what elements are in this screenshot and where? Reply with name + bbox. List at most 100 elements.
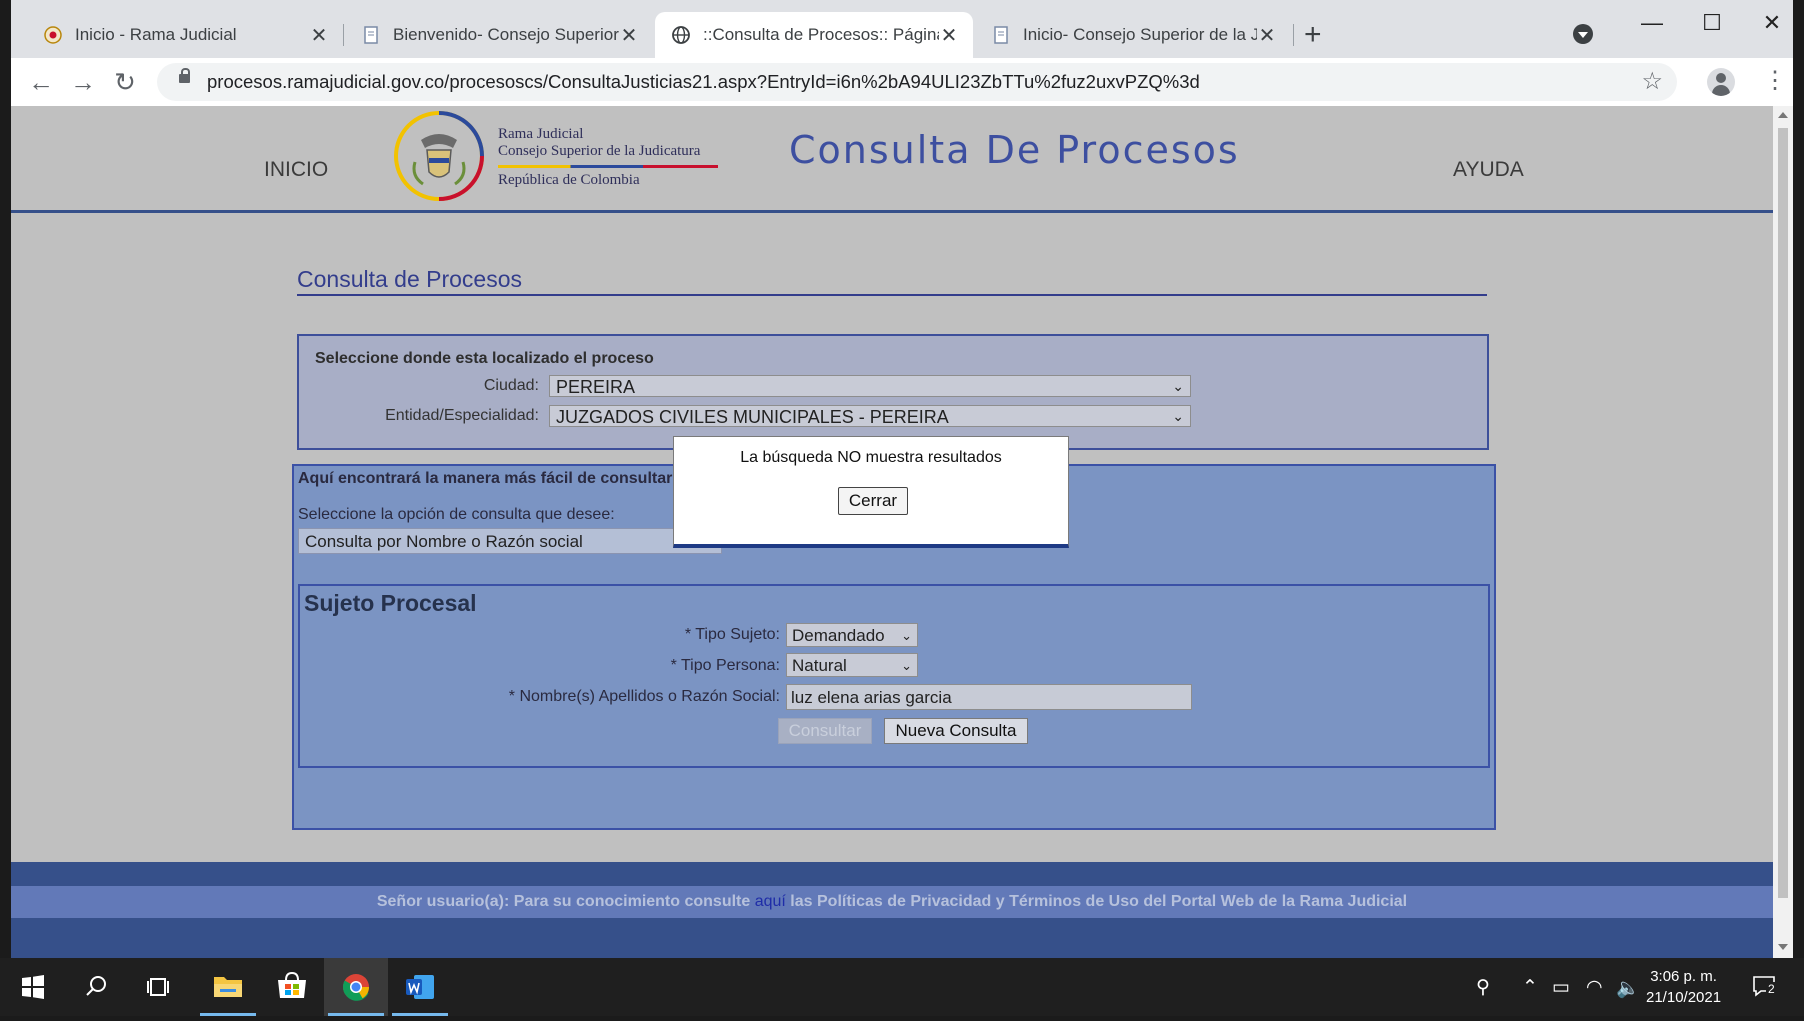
new-tab-button[interactable]: + xyxy=(1304,18,1322,52)
close-tab-icon[interactable]: ✕ xyxy=(939,23,959,48)
nombre-input-value: luz elena arias garcia xyxy=(791,688,952,707)
page-title: Consulta de Procesos xyxy=(297,266,523,292)
page-footer: Señor usuario(a): Para su conocimiento c… xyxy=(11,862,1773,958)
close-tab-icon[interactable]: ✕ xyxy=(619,23,639,48)
site-title: Consulta De Procesos xyxy=(789,128,1240,172)
forward-arrow-icon[interactable]: → xyxy=(67,66,99,98)
ciudad-label: Ciudad: xyxy=(483,377,539,394)
ciudad-select[interactable]: PEREIRA ⌄ xyxy=(549,375,1191,397)
vertical-scrollbar[interactable] xyxy=(1773,106,1793,958)
consulta-option-value: Consulta por Nombre o Razón social xyxy=(305,532,583,551)
consulta-option-label: Seleccione la opción de consulta que des… xyxy=(298,506,615,523)
tipo-sujeto-select[interactable]: Demandado ⌄ xyxy=(786,623,918,647)
tipo-sujeto-label: * Tipo Sujeto: xyxy=(684,626,780,643)
close-tab-icon[interactable]: ✕ xyxy=(309,23,329,48)
scrollbar-thumb[interactable] xyxy=(1778,128,1788,898)
microsoft-store-button[interactable] xyxy=(260,958,324,1016)
tipo-sujeto-value: Demandado xyxy=(792,626,885,645)
location-heading: Seleccione donde esta localizado el proc… xyxy=(315,350,654,367)
tab-strip: Inicio - Rama Judicial ✕ Bienvenido- Con… xyxy=(11,0,1793,58)
chevron-down-icon: ⌄ xyxy=(1172,408,1184,424)
institution-line2: Consejo Superior de la Judicatura xyxy=(498,143,701,159)
tab-inicio-consejo[interactable]: Inicio- Consejo Superior de la Judicatur… xyxy=(975,12,1291,58)
colombia-coat-of-arms-logo xyxy=(394,111,484,201)
chevron-down-icon: ⌄ xyxy=(901,658,912,673)
entidad-label: Entidad/Especialidad: xyxy=(385,407,539,424)
chevron-down-icon: ⌄ xyxy=(901,628,912,643)
tricolor-divider xyxy=(498,165,718,168)
battery-icon[interactable]: ▭ xyxy=(1552,976,1570,999)
url-text[interactable]: procesos.ramajudicial.gov.co/procesoscs/… xyxy=(207,71,1200,93)
location-panel: Seleccione donde esta localizado el proc… xyxy=(297,334,1489,450)
entidad-select[interactable]: JUZGADOS CIVILES MUNICIPALES - PEREIRA ⌄ xyxy=(549,405,1191,427)
scroll-up-arrow-icon[interactable] xyxy=(1778,112,1788,118)
chevron-up-icon[interactable]: ⌃ xyxy=(1522,976,1538,999)
institution-line1: Rama Judicial xyxy=(498,126,584,142)
address-bar[interactable]: procesos.ramajudicial.gov.co/procesoscs/… xyxy=(157,63,1677,101)
search-button[interactable] xyxy=(64,958,128,1016)
tab-title: Inicio- Consejo Superior de la Judicatur… xyxy=(1023,25,1257,44)
nav-ayuda-link[interactable]: AYUDA xyxy=(1453,158,1524,182)
windows-taskbar: ⚲ ⌃ ▭ ◠ 🔈 3:06 p. m. 21/10/2021 2 xyxy=(0,958,1804,1016)
close-window-button[interactable]: ✕ xyxy=(1747,8,1793,38)
notifications-button[interactable]: 2 xyxy=(1752,974,1777,998)
maximize-button[interactable]: ☐ xyxy=(1687,8,1737,38)
volume-icon[interactable]: 🔈 xyxy=(1616,976,1640,1000)
bookmark-star-icon[interactable]: ☆ xyxy=(1641,67,1663,96)
tab-title: Inicio - Rama Judicial xyxy=(75,25,237,44)
nueva-consulta-button[interactable]: Nueva Consulta xyxy=(884,718,1028,744)
nombre-label: * Nombre(s) Apellidos o Razón Social: xyxy=(508,688,780,705)
browser-window: Inicio - Rama Judicial ✕ Bienvenido- Con… xyxy=(11,0,1793,958)
wifi-icon[interactable]: ◠ xyxy=(1586,976,1603,999)
people-icon[interactable]: ⚲ xyxy=(1476,976,1490,999)
store-bag-icon xyxy=(278,971,306,998)
nav-inicio-link[interactable]: INICIO xyxy=(264,158,328,182)
no-results-dialog: La búsqueda NO muestra resultados Cerrar xyxy=(673,436,1069,548)
scroll-down-arrow-icon[interactable] xyxy=(1778,944,1788,950)
chevron-down-icon: ⌄ xyxy=(1172,378,1184,394)
menu-kebab-icon[interactable]: ⋮ xyxy=(1763,66,1787,95)
tab-title: ::Consulta de Procesos:: Página Principa… xyxy=(703,25,939,44)
tipo-persona-select[interactable]: Natural ⌄ xyxy=(786,653,918,677)
task-view-button[interactable] xyxy=(128,958,192,1016)
profile-avatar-icon[interactable] xyxy=(1707,68,1735,96)
back-arrow-icon[interactable]: ← xyxy=(25,66,57,98)
tab-bienvenido-consejo[interactable]: Bienvenido- Consejo Superior de la Judic… xyxy=(345,12,653,58)
chrome-taskbar-button[interactable] xyxy=(324,958,388,1016)
tab-inicio-rama-judicial[interactable]: Inicio - Rama Judicial ✕ xyxy=(27,12,343,58)
task-view-icon xyxy=(147,978,169,996)
clock-date: 21/10/2021 xyxy=(1646,989,1722,1006)
cerrar-button[interactable]: Cerrar xyxy=(838,487,908,515)
consultar-button[interactable]: Consultar xyxy=(778,718,872,744)
site-header: INICIO Rama Judicial Consejo Superior de… xyxy=(11,106,1773,213)
word-taskbar-button[interactable] xyxy=(388,958,452,1016)
tab-search-icon[interactable] xyxy=(1573,24,1593,44)
institution-line3: República de Colombia xyxy=(498,172,640,188)
tipo-persona-value: Natural xyxy=(792,656,847,675)
close-tab-icon[interactable]: ✕ xyxy=(1257,23,1277,48)
tab-consulta-procesos[interactable]: ::Consulta de Procesos:: Página Principa… xyxy=(655,12,973,58)
reload-icon[interactable]: ↻ xyxy=(109,66,141,98)
file-explorer-button[interactable] xyxy=(196,958,260,1016)
entidad-selected-value: JUZGADOS CIVILES MUNICIPALES - PEREIRA xyxy=(556,407,949,427)
windows-logo-icon xyxy=(22,975,44,999)
ciudad-selected-value: PEREIRA xyxy=(556,377,636,397)
search-icon xyxy=(86,976,106,996)
page-viewport: INICIO Rama Judicial Consejo Superior de… xyxy=(11,106,1773,958)
globe-icon xyxy=(672,26,690,44)
title-divider xyxy=(297,294,1487,296)
word-icon xyxy=(406,975,434,999)
page-favicon-icon xyxy=(364,26,378,44)
start-button[interactable] xyxy=(0,958,64,1016)
lock-icon[interactable] xyxy=(179,68,190,83)
minimize-button[interactable]: — xyxy=(1627,8,1677,38)
consulta-option-select[interactable]: Consulta por Nombre o Razón social xyxy=(298,528,722,554)
nombre-input[interactable]: luz elena arias garcia xyxy=(786,684,1192,710)
footer-text-before: Señor usuario(a): Para su conocimiento c… xyxy=(376,893,755,910)
rama-judicial-favicon-icon xyxy=(44,26,62,44)
sujeto-procesal-title: Sujeto Procesal xyxy=(304,590,477,616)
chrome-icon xyxy=(342,974,370,1001)
notification-count-badge: 2 xyxy=(1766,982,1777,996)
system-clock[interactable]: 3:06 p. m. 21/10/2021 xyxy=(1646,966,1721,1008)
privacy-policy-link[interactable]: aquí xyxy=(755,893,786,910)
